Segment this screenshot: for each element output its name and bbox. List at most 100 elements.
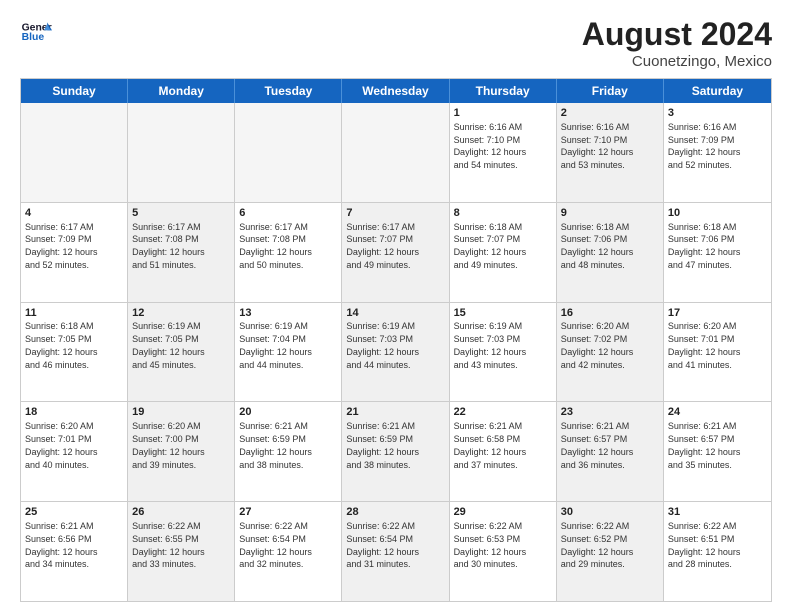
day-number: 6 (239, 206, 337, 221)
calendar-cell: 5Sunrise: 6:17 AM Sunset: 7:08 PM Daylig… (128, 203, 235, 302)
cell-info: Sunrise: 6:19 AM Sunset: 7:04 PM Dayligh… (239, 321, 312, 369)
calendar-cell: 18Sunrise: 6:20 AM Sunset: 7:01 PM Dayli… (21, 402, 128, 501)
calendar-cell: 4Sunrise: 6:17 AM Sunset: 7:09 PM Daylig… (21, 203, 128, 302)
day-number: 3 (668, 106, 767, 121)
svg-text:Blue: Blue (22, 32, 45, 43)
weekday-header: Wednesday (342, 79, 449, 103)
calendar-cell: 3Sunrise: 6:16 AM Sunset: 7:09 PM Daylig… (664, 103, 771, 202)
calendar-cell: 24Sunrise: 6:21 AM Sunset: 6:57 PM Dayli… (664, 402, 771, 501)
weekday-header: Thursday (450, 79, 557, 103)
cell-info: Sunrise: 6:22 AM Sunset: 6:55 PM Dayligh… (132, 521, 205, 569)
calendar-cell: 20Sunrise: 6:21 AM Sunset: 6:59 PM Dayli… (235, 402, 342, 501)
day-number: 10 (668, 206, 767, 221)
cell-info: Sunrise: 6:21 AM Sunset: 6:59 PM Dayligh… (239, 421, 312, 469)
cell-info: Sunrise: 6:20 AM Sunset: 7:00 PM Dayligh… (132, 421, 205, 469)
calendar-cell: 12Sunrise: 6:19 AM Sunset: 7:05 PM Dayli… (128, 303, 235, 402)
weekday-header: Sunday (21, 79, 128, 103)
calendar-cell: 2Sunrise: 6:16 AM Sunset: 7:10 PM Daylig… (557, 103, 664, 202)
day-number: 29 (454, 505, 552, 520)
cell-info: Sunrise: 6:20 AM Sunset: 7:01 PM Dayligh… (668, 321, 741, 369)
day-number: 13 (239, 306, 337, 321)
day-number: 5 (132, 206, 230, 221)
cell-info: Sunrise: 6:18 AM Sunset: 7:07 PM Dayligh… (454, 222, 527, 270)
calendar-cell: 26Sunrise: 6:22 AM Sunset: 6:55 PM Dayli… (128, 502, 235, 601)
calendar-cell: 17Sunrise: 6:20 AM Sunset: 7:01 PM Dayli… (664, 303, 771, 402)
day-number: 14 (346, 306, 444, 321)
calendar: SundayMondayTuesdayWednesdayThursdayFrid… (20, 78, 772, 602)
calendar-cell (342, 103, 449, 202)
calendar-cell: 16Sunrise: 6:20 AM Sunset: 7:02 PM Dayli… (557, 303, 664, 402)
calendar-cell: 11Sunrise: 6:18 AM Sunset: 7:05 PM Dayli… (21, 303, 128, 402)
cell-info: Sunrise: 6:16 AM Sunset: 7:10 PM Dayligh… (454, 122, 527, 170)
day-number: 16 (561, 306, 659, 321)
cell-info: Sunrise: 6:21 AM Sunset: 6:59 PM Dayligh… (346, 421, 419, 469)
day-number: 28 (346, 505, 444, 520)
calendar-row: 25Sunrise: 6:21 AM Sunset: 6:56 PM Dayli… (21, 501, 771, 601)
title-block: August 2024 Cuonetzingo, Mexico (582, 16, 772, 70)
calendar-cell (235, 103, 342, 202)
calendar-cell (21, 103, 128, 202)
day-number: 23 (561, 405, 659, 420)
calendar-cell: 6Sunrise: 6:17 AM Sunset: 7:08 PM Daylig… (235, 203, 342, 302)
day-number: 4 (25, 206, 123, 221)
calendar-cell: 8Sunrise: 6:18 AM Sunset: 7:07 PM Daylig… (450, 203, 557, 302)
cell-info: Sunrise: 6:21 AM Sunset: 6:57 PM Dayligh… (668, 421, 741, 469)
cell-info: Sunrise: 6:18 AM Sunset: 7:06 PM Dayligh… (561, 222, 634, 270)
cell-info: Sunrise: 6:22 AM Sunset: 6:54 PM Dayligh… (346, 521, 419, 569)
calendar-cell: 7Sunrise: 6:17 AM Sunset: 7:07 PM Daylig… (342, 203, 449, 302)
calendar-cell: 21Sunrise: 6:21 AM Sunset: 6:59 PM Dayli… (342, 402, 449, 501)
weekday-header: Saturday (664, 79, 771, 103)
cell-info: Sunrise: 6:21 AM Sunset: 6:58 PM Dayligh… (454, 421, 527, 469)
cell-info: Sunrise: 6:18 AM Sunset: 7:05 PM Dayligh… (25, 321, 98, 369)
cell-info: Sunrise: 6:17 AM Sunset: 7:09 PM Dayligh… (25, 222, 98, 270)
cell-info: Sunrise: 6:22 AM Sunset: 6:51 PM Dayligh… (668, 521, 741, 569)
calendar-body: 1Sunrise: 6:16 AM Sunset: 7:10 PM Daylig… (21, 103, 771, 601)
calendar-cell: 22Sunrise: 6:21 AM Sunset: 6:58 PM Dayli… (450, 402, 557, 501)
calendar-cell: 23Sunrise: 6:21 AM Sunset: 6:57 PM Dayli… (557, 402, 664, 501)
calendar-cell: 29Sunrise: 6:22 AM Sunset: 6:53 PM Dayli… (450, 502, 557, 601)
cell-info: Sunrise: 6:21 AM Sunset: 6:57 PM Dayligh… (561, 421, 634, 469)
cell-info: Sunrise: 6:20 AM Sunset: 7:02 PM Dayligh… (561, 321, 634, 369)
day-number: 21 (346, 405, 444, 420)
day-number: 7 (346, 206, 444, 221)
day-number: 12 (132, 306, 230, 321)
day-number: 22 (454, 405, 552, 420)
day-number: 30 (561, 505, 659, 520)
day-number: 27 (239, 505, 337, 520)
calendar-cell: 13Sunrise: 6:19 AM Sunset: 7:04 PM Dayli… (235, 303, 342, 402)
day-number: 31 (668, 505, 767, 520)
cell-info: Sunrise: 6:22 AM Sunset: 6:53 PM Dayligh… (454, 521, 527, 569)
cell-info: Sunrise: 6:17 AM Sunset: 7:07 PM Dayligh… (346, 222, 419, 270)
cell-info: Sunrise: 6:22 AM Sunset: 6:52 PM Dayligh… (561, 521, 634, 569)
page: General Blue August 2024 Cuonetzingo, Me… (0, 0, 792, 612)
calendar-cell: 10Sunrise: 6:18 AM Sunset: 7:06 PM Dayli… (664, 203, 771, 302)
cell-info: Sunrise: 6:16 AM Sunset: 7:10 PM Dayligh… (561, 122, 634, 170)
weekday-header: Friday (557, 79, 664, 103)
logo: General Blue (20, 16, 52, 48)
day-number: 2 (561, 106, 659, 121)
day-number: 20 (239, 405, 337, 420)
day-number: 19 (132, 405, 230, 420)
day-number: 8 (454, 206, 552, 221)
cell-info: Sunrise: 6:20 AM Sunset: 7:01 PM Dayligh… (25, 421, 98, 469)
weekday-header: Monday (128, 79, 235, 103)
calendar-cell: 14Sunrise: 6:19 AM Sunset: 7:03 PM Dayli… (342, 303, 449, 402)
day-number: 18 (25, 405, 123, 420)
calendar-cell (128, 103, 235, 202)
cell-info: Sunrise: 6:17 AM Sunset: 7:08 PM Dayligh… (239, 222, 312, 270)
day-number: 24 (668, 405, 767, 420)
cell-info: Sunrise: 6:16 AM Sunset: 7:09 PM Dayligh… (668, 122, 741, 170)
calendar-row: 1Sunrise: 6:16 AM Sunset: 7:10 PM Daylig… (21, 103, 771, 202)
day-number: 26 (132, 505, 230, 520)
weekday-header: Tuesday (235, 79, 342, 103)
day-number: 25 (25, 505, 123, 520)
header: General Blue August 2024 Cuonetzingo, Me… (20, 16, 772, 70)
calendar-cell: 28Sunrise: 6:22 AM Sunset: 6:54 PM Dayli… (342, 502, 449, 601)
sub-title: Cuonetzingo, Mexico (582, 53, 772, 70)
cell-info: Sunrise: 6:21 AM Sunset: 6:56 PM Dayligh… (25, 521, 98, 569)
cell-info: Sunrise: 6:19 AM Sunset: 7:03 PM Dayligh… (454, 321, 527, 369)
calendar-header: SundayMondayTuesdayWednesdayThursdayFrid… (21, 79, 771, 103)
calendar-cell: 25Sunrise: 6:21 AM Sunset: 6:56 PM Dayli… (21, 502, 128, 601)
cell-info: Sunrise: 6:19 AM Sunset: 7:05 PM Dayligh… (132, 321, 205, 369)
cell-info: Sunrise: 6:22 AM Sunset: 6:54 PM Dayligh… (239, 521, 312, 569)
